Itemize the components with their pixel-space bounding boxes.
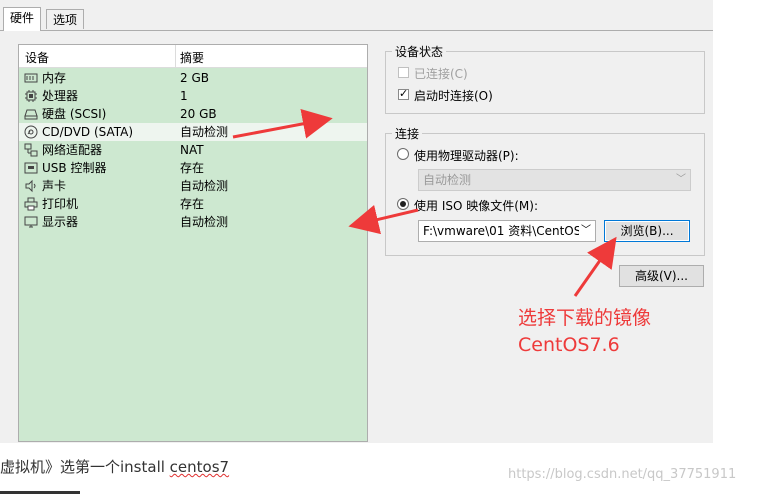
annotation-line-1: 选择下载的镜像 <box>518 307 652 329</box>
arrow-to-browse <box>573 236 617 297</box>
annotation-line-2: CentOS7.6 <box>518 334 620 356</box>
watermark: https://blog.csdn.net/qq_37751911 <box>508 467 737 482</box>
arrow-to-iso-image <box>348 204 419 235</box>
article-text-prefix: 虚拟机》选第一个install <box>0 458 170 476</box>
arrow-to-cd-dvd <box>232 109 333 139</box>
annotation-note: 选择下载的镜像 CentOS7.6 <box>518 305 651 359</box>
tab-hardware[interactable]: 硬件 <box>3 7 42 31</box>
article-text-link[interactable]: centos7 <box>170 458 229 476</box>
article-text: 虚拟机》选第一个install centos7 <box>0 456 229 477</box>
annotation-arrows <box>232 109 617 297</box>
